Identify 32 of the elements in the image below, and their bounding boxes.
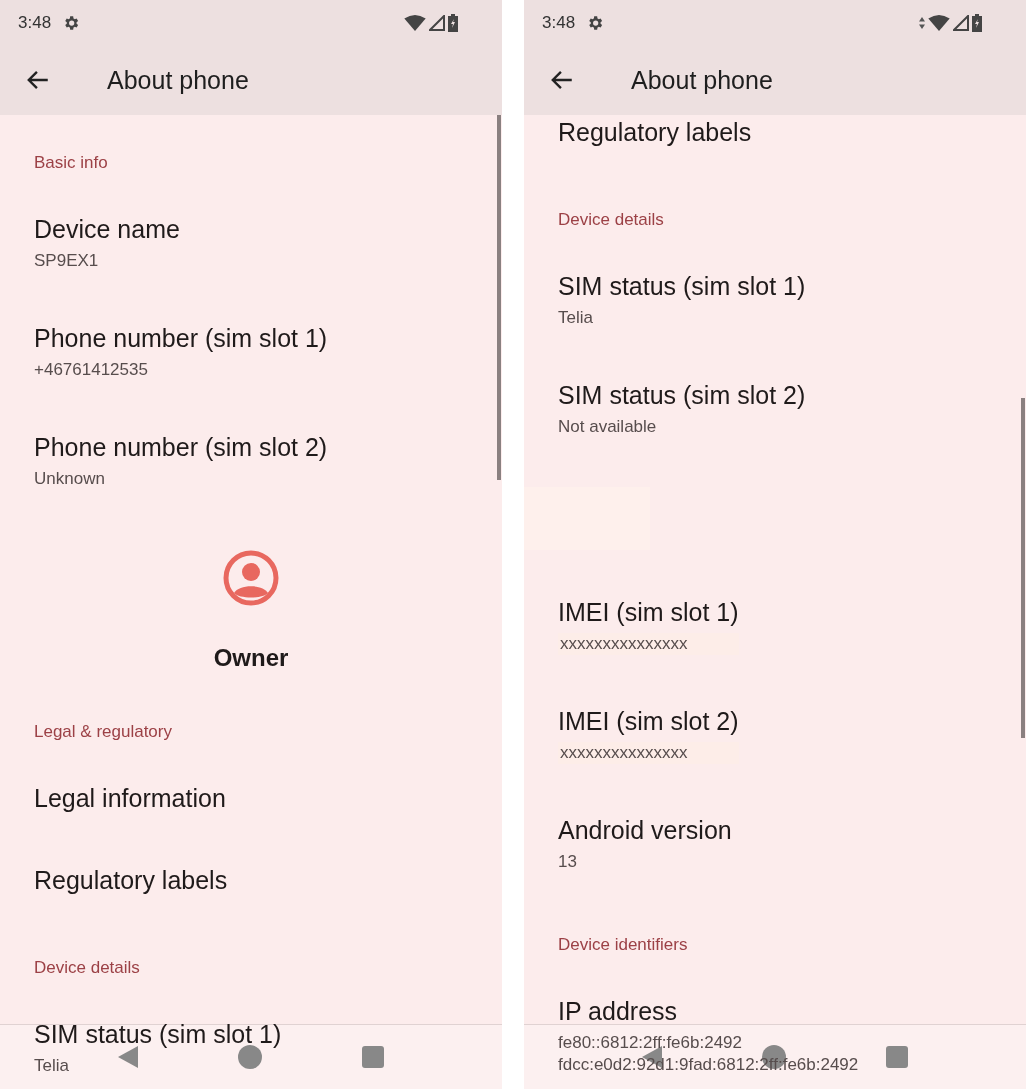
wifi-icon [928,14,950,31]
wifi-icon [404,14,426,31]
settings-item[interactable]: Device name SP9EX1 [34,213,180,272]
section-header: Device details [34,957,140,979]
section-header: Legal & regulatory [34,721,172,743]
page-title: About phone [631,65,773,95]
settings-item[interactable]: SIM status (sim slot 1) Telia [558,270,806,329]
settings-item[interactable]: Regulatory labels [34,864,228,896]
settings-item[interactable]: Regulatory labels [558,116,752,148]
settings-item[interactable]: SIM status (sim slot 1) Telia [34,1018,282,1077]
battery-icon [972,13,982,32]
status-time: 3:48 [18,12,52,33]
status-time: 3:48 [542,12,576,33]
user-avatar-icon [223,550,279,606]
settings-item[interactable]: IMEI (sim slot 1) xxxxxxxxxxxxxxx [558,596,739,655]
signal-icon [953,14,969,31]
page-title: About phone [107,65,249,95]
settings-item[interactable]: IMEI (sim slot 2) xxxxxxxxxxxxxxx [558,705,739,764]
back-triangle-icon[interactable] [118,1046,138,1068]
owner-name[interactable]: Owner [213,644,289,672]
settings-item[interactable]: SIM status (sim slot 2) Not available [558,379,806,438]
section-header: Device details [558,209,664,231]
section-header: Basic info [34,152,108,174]
settings-item[interactable]: Legal information [34,782,226,814]
settings-item[interactable]: Android version 13 [558,814,732,873]
battery-icon [448,13,458,32]
settings-item[interactable]: Phone number (sim slot 2) Unknown [34,431,328,490]
settings-item[interactable]: Phone number (sim slot 1) +46761412535 [34,322,328,381]
section-header: Device identifiers [558,934,688,956]
settings-item[interactable]: IP address fe80::6812:2ff:fe6b:2492 fdcc:e0d2:92d1:9fad:6812:2ff:fe6b:2492 [558,995,859,1076]
home-circle-icon[interactable] [238,1045,262,1069]
signal-icon [429,14,445,31]
